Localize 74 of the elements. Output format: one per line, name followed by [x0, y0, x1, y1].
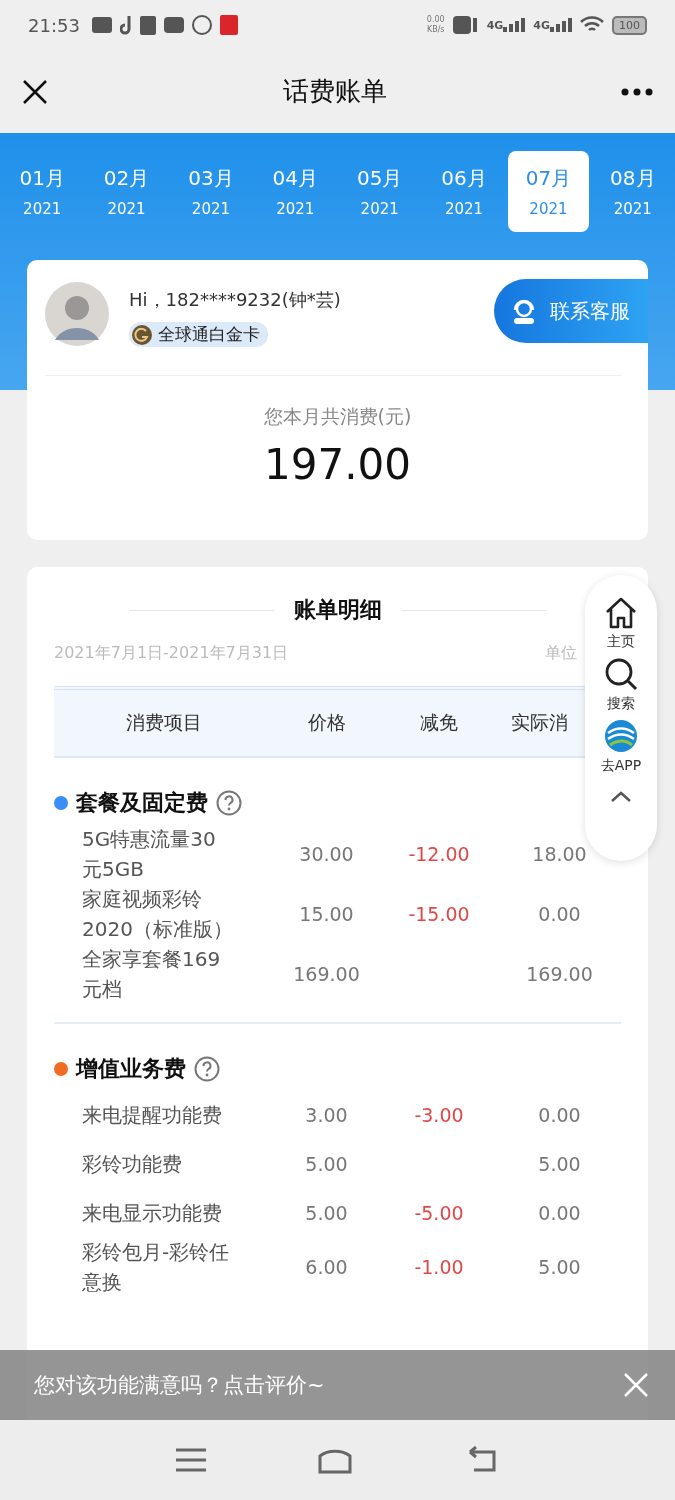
column-header: 价格: [306, 710, 347, 735]
more-icon[interactable]: [621, 87, 653, 96]
table-cell-text: 169.00: [292, 963, 361, 985]
month-tab[interactable]: 02月 2021: [84, 151, 169, 232]
table-cell-text: 18.00: [531, 843, 588, 865]
total-label: 您本月共消费(元): [263, 404, 412, 429]
table-cell-text: 30.00: [298, 843, 355, 865]
table-cell-text: 5.00: [304, 1152, 349, 1175]
help-icon[interactable]: [216, 790, 242, 816]
table-cell-text: 15.00: [298, 903, 355, 925]
table-cell: -5.00: [414, 1201, 464, 1224]
category-title: 套餐及固定费: [76, 789, 208, 817]
month-tab[interactable]: 07月 2021: [507, 151, 589, 232]
battery-indicator: 100: [612, 15, 647, 35]
table-cell-text: 0.00: [537, 1201, 582, 1224]
table-cell-text: 169.00: [525, 963, 594, 985]
month-tab[interactable]: 08月 2021: [590, 151, 675, 232]
column-header: 减免: [419, 710, 459, 735]
table-cell-text: 5.00: [537, 1256, 582, 1278]
table-cell-text: 5.00: [537, 1152, 582, 1175]
network-type: 4G: [533, 19, 550, 32]
app-logo-icon: [604, 719, 638, 753]
table-cell-text: 彩铃功能费: [81, 1150, 183, 1178]
section-title: 账单明细: [293, 596, 382, 624]
month-tab[interactable]: 03月 2021: [168, 151, 254, 232]
table-cell: -3.00: [414, 1103, 464, 1126]
search-icon: [604, 657, 638, 691]
month-tab[interactable]: 05月 2021: [337, 151, 422, 232]
signal-icon: [550, 18, 572, 32]
network-speed: 0.00 KB/s: [426, 15, 445, 35]
table-cell-text: 6.00: [304, 1256, 349, 1278]
table-cell: -1.00: [414, 1256, 464, 1278]
month-tab[interactable]: 01月 2021: [0, 151, 85, 232]
table-cell-text: 5G特惠流量30元5GB: [81, 826, 217, 883]
status-time: 21:53: [28, 14, 80, 36]
month-tab[interactable]: 06月 2021: [421, 151, 507, 232]
help-icon[interactable]: [194, 1056, 220, 1082]
menu-icon[interactable]: [175, 1448, 206, 1472]
chevron-up-icon[interactable]: [610, 791, 632, 803]
table-cell: -15.00: [408, 903, 470, 925]
table-cell-text: 全家享套餐169元档: [81, 946, 222, 1003]
total-amount: 197.00: [264, 440, 411, 489]
search-button[interactable]: 搜索: [604, 657, 638, 713]
page-title: 话费账单: [282, 75, 387, 108]
billing-period: 2021年7月1日-2021年7月31日: [54, 643, 289, 664]
month-tab[interactable]: 04月 2021: [253, 151, 338, 232]
circle-icon: [191, 15, 212, 35]
network-type: 4G: [486, 19, 504, 32]
table-cell-text: 3.00: [304, 1103, 349, 1126]
table-cell-text: 0.00: [537, 903, 582, 925]
music-note-icon: [119, 15, 132, 35]
feedback-banner[interactable]: 您对该功能满意吗？点击评价~: [0, 1350, 675, 1420]
column-header: 实际消: [510, 710, 569, 735]
signal-icon: [503, 18, 526, 32]
table-cell-text: 来电提醒功能费: [81, 1101, 223, 1129]
user-greeting: Hi，182****9232(钟*芸): [129, 288, 341, 312]
avatar: [45, 282, 109, 346]
home-icon: [604, 597, 638, 629]
contact-service-button[interactable]: 联系客服: [494, 279, 648, 343]
medal-icon: [131, 323, 153, 346]
table-cell-text: 家庭视频彩铃2020（标准版）: [81, 886, 234, 943]
category-title: 增值业务费: [76, 1055, 186, 1083]
column-header: 消费项目: [125, 710, 203, 735]
table-cell-text: 来电显示功能费: [81, 1199, 223, 1227]
table-cell-text: 0.00: [537, 1103, 582, 1126]
home-button[interactable]: 主页: [604, 597, 638, 651]
table-cell-text: 5.00: [304, 1201, 349, 1224]
open-app-button[interactable]: 去APP: [600, 719, 642, 775]
close-icon[interactable]: [22, 78, 48, 105]
table-cell-text: 彩铃包月-彩铃任意换: [81, 1239, 231, 1296]
unit-label: 单位: [545, 643, 577, 664]
badge-label: 全球通白金卡: [158, 323, 260, 346]
feedback-prompt[interactable]: 您对该功能满意吗？点击评价~: [34, 1371, 325, 1399]
table-cell: -12.00: [408, 843, 470, 865]
